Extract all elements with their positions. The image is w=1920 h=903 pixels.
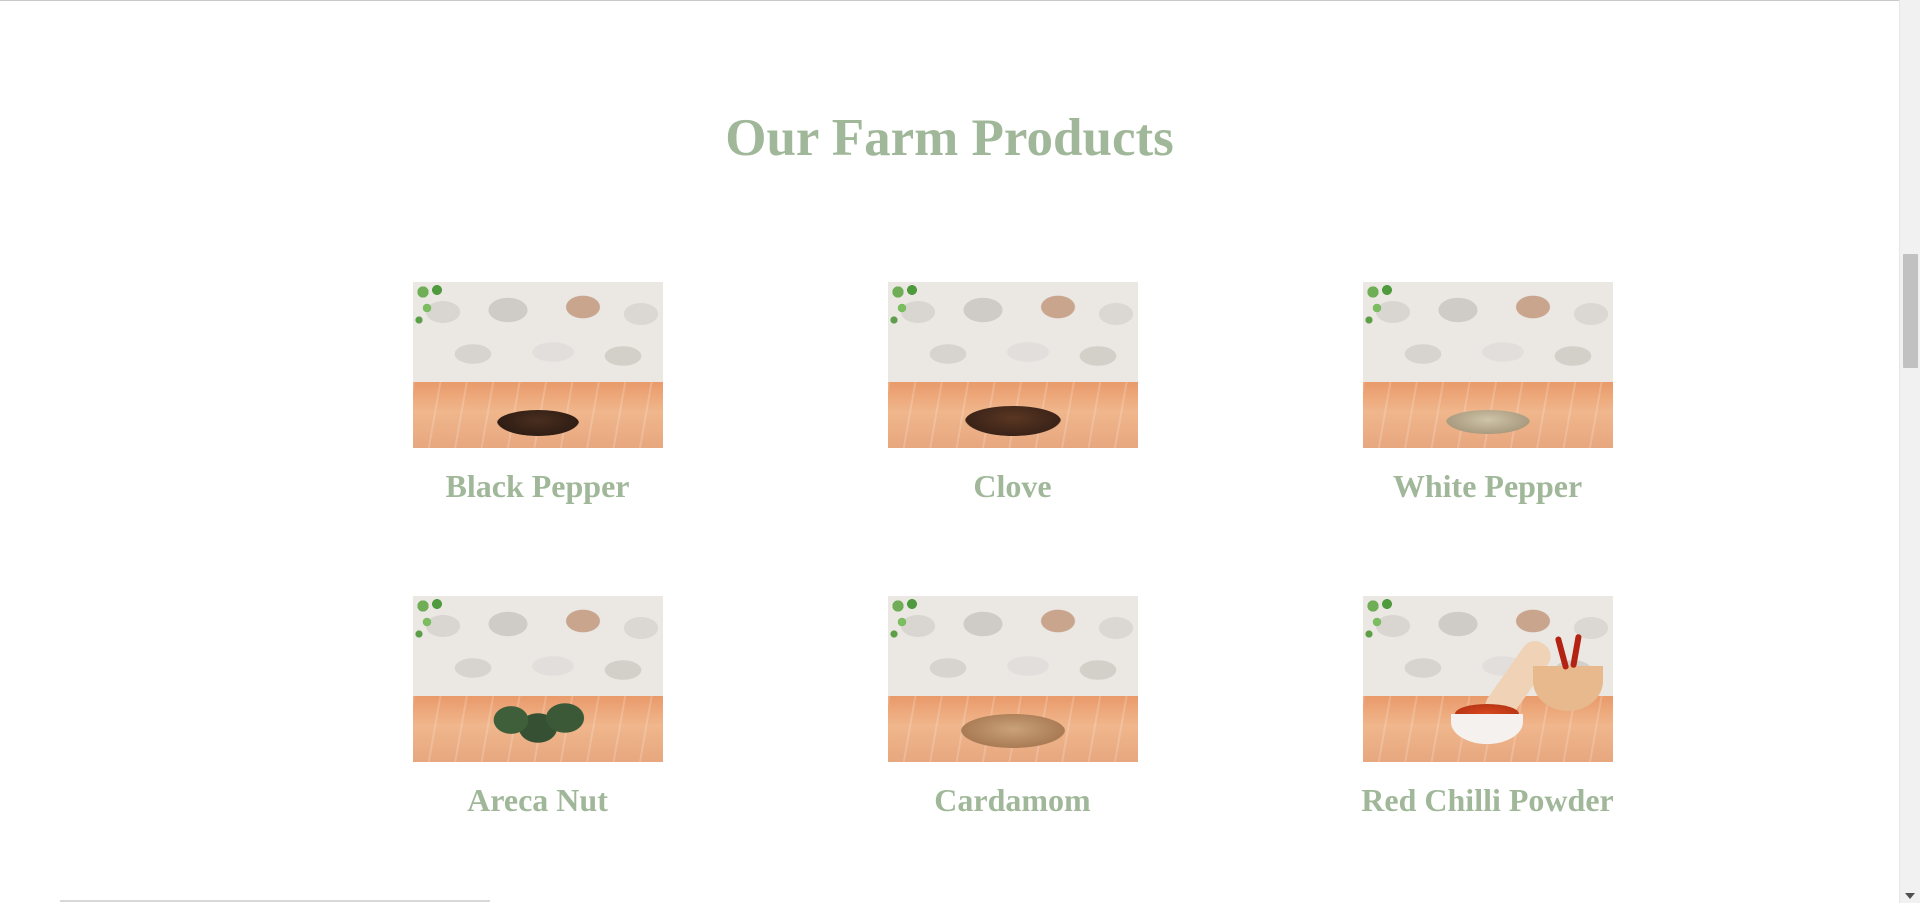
scrollbar-thumb[interactable] — [1903, 254, 1918, 368]
vertical-scrollbar[interactable] — [1899, 0, 1920, 903]
section-title: Our Farm Products — [725, 109, 1174, 167]
product-name[interactable]: Black Pepper — [446, 466, 630, 506]
ivy-leaves — [412, 282, 453, 327]
spice-pile — [1445, 410, 1530, 434]
top-divider — [0, 0, 1899, 1]
spice-pile — [482, 698, 593, 744]
ivy-leaves — [1362, 596, 1403, 641]
ivy-leaves — [412, 596, 453, 641]
product-card-areca-nut[interactable]: Areca Nut — [300, 596, 775, 903]
product-card-red-chilli-powder[interactable]: Red Chilli Powder — [1250, 596, 1725, 903]
white-pepper-image[interactable] — [1362, 282, 1613, 448]
areca-nut-image[interactable] — [412, 596, 663, 762]
product-name[interactable]: Cardamom — [934, 780, 1090, 820]
products-grid: Black Pepper Clove White Pepper Areca Nu… — [300, 282, 1614, 903]
spice-pile — [496, 410, 579, 436]
cardamom-image[interactable] — [887, 596, 1138, 762]
page: Our Farm Products Black Pepper Clove Whi… — [0, 0, 1899, 903]
scroll-down-arrow-icon[interactable] — [1905, 893, 1915, 899]
product-card-black-pepper[interactable]: Black Pepper — [300, 282, 775, 596]
ivy-leaves — [887, 596, 928, 641]
product-name[interactable]: White Pepper — [1393, 466, 1582, 506]
ivy-leaves — [1362, 282, 1403, 327]
product-name[interactable]: Areca Nut — [467, 780, 608, 820]
product-card-cardamom[interactable]: Cardamom — [775, 596, 1250, 903]
product-card-white-pepper[interactable]: White Pepper — [1250, 282, 1725, 596]
clove-image[interactable] — [887, 282, 1138, 448]
bottom-divider — [60, 900, 490, 902]
product-name[interactable]: Red Chilli Powder — [1361, 780, 1613, 820]
black-pepper-image[interactable] — [412, 282, 663, 448]
spice-pile — [964, 406, 1061, 436]
spice-pile — [960, 714, 1065, 748]
product-card-clove[interactable]: Clove — [775, 282, 1250, 596]
ivy-leaves — [887, 282, 928, 327]
red-chilli-powder-image[interactable] — [1362, 596, 1613, 762]
product-name[interactable]: Clove — [973, 466, 1051, 506]
